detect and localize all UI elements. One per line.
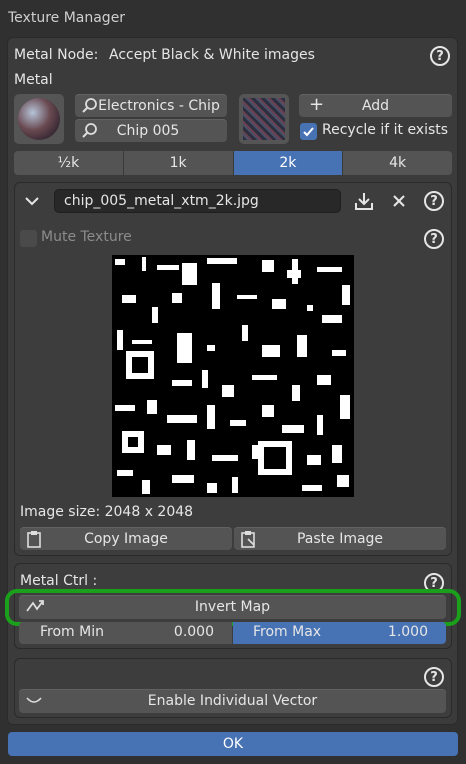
mute-checkbox[interactable] [20,230,37,247]
node-label: Metal Node: [14,47,99,63]
from-max-field[interactable]: From Max 1.000 [233,622,446,644]
image-size: Image size: 2048 x 2048 [20,504,194,520]
node-value: Accept Black & White images [109,47,315,63]
invert-icon [26,600,44,612]
filename-text: chip_005_metal_xtm_2k.jpg [64,193,259,209]
invert-map-button[interactable]: Invert Map [19,595,446,619]
help-icon[interactable]: ? [424,229,444,249]
invert-label: Invert Map [194,599,271,615]
copy-image-button[interactable]: Copy Image [20,527,232,550]
from-min-value: 0.000 [173,624,214,640]
help-icon[interactable]: ? [424,191,444,211]
checkmark-icon [303,127,314,137]
ok-label: OK [222,736,244,752]
search-icon [82,123,97,138]
material-search[interactable]: Chip 005 [75,119,227,142]
material-label: Chip 005 [116,122,180,139]
material-preview[interactable] [14,94,64,144]
add-button[interactable]: + Add [299,94,452,117]
ok-button[interactable]: OK [8,732,458,756]
resolution-selector: ½k 1k 2k 4k [14,151,452,175]
chevron-down-icon[interactable] [24,195,40,207]
metal-map-image [112,255,354,497]
enable-vector-button[interactable]: Enable Individual Vector [19,689,446,713]
texture-thumbnail[interactable] [239,94,289,144]
category-search[interactable]: Electronics - Chip [75,94,227,117]
chip-texture-icon [243,98,285,140]
section-title: Metal [14,72,53,88]
close-icon[interactable] [392,194,406,208]
clipboard-paste-icon [241,531,255,548]
from-max-value: 1.000 [387,624,428,640]
copy-label: Copy Image [84,530,168,547]
from-min-field[interactable]: From Min 0.000 [19,622,232,644]
texture-preview [112,255,354,497]
recycle-checkbox[interactable] [300,123,317,140]
from-min-label: From Min [40,624,104,640]
recycle-label: Recycle if it exists [322,122,449,138]
window-title: Texture Manager [8,10,126,26]
res-option-2k[interactable]: 2k [233,151,344,175]
enable-vector-label: Enable Individual Vector [147,693,318,709]
paste-image-button[interactable]: Paste Image [234,527,446,550]
res-option-4k[interactable]: 4k [343,151,452,175]
filename-field[interactable]: chip_005_metal_xtm_2k.jpg [54,189,341,213]
from-max-label: From Max [253,624,322,640]
add-label: Add [361,97,390,114]
sphere-icon [18,98,60,140]
help-icon[interactable]: ? [424,667,444,687]
search-icon [82,98,97,113]
category-label: Electronics - Chip [98,97,220,114]
paste-label: Paste Image [296,530,384,547]
help-icon[interactable]: ? [430,46,450,66]
res-option-half[interactable]: ½k [14,151,124,175]
clipboard-copy-icon [27,531,41,548]
plus-icon: + [309,94,325,115]
download-icon[interactable] [354,191,374,211]
res-option-1k[interactable]: 1k [124,151,234,175]
metal-ctrl-title: Metal Ctrl : [20,573,98,589]
mute-label: Mute Texture [41,229,132,245]
toggle-curve-icon [26,697,42,703]
